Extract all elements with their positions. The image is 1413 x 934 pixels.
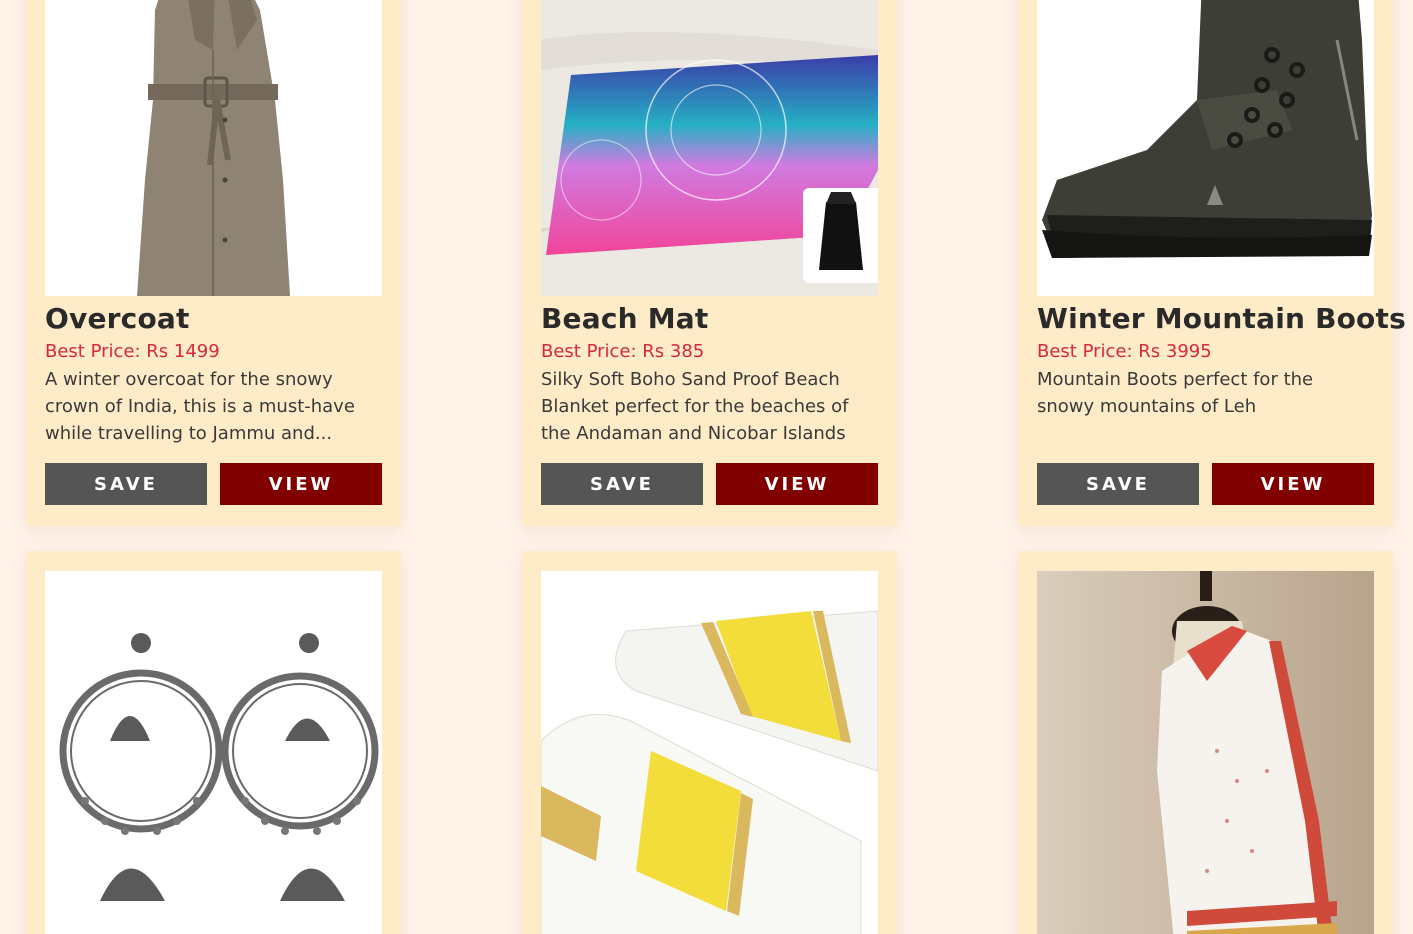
save-button[interactable]: SAVE — [1037, 463, 1199, 505]
earrings-image[interactable] — [45, 571, 382, 934]
product-card-overcoat: Overcoat Best Price: Rs 1499 A winter ov… — [26, 0, 401, 526]
product-description: Mountain Boots perfect for the snowy mou… — [1037, 369, 1314, 417]
product-title: Overcoat — [45, 302, 190, 335]
product-description: A winter overcoat for the snowy crown of… — [45, 369, 355, 444]
view-button[interactable]: VIEW — [1212, 463, 1374, 505]
product-price: Best Price: Rs 3995 — [1037, 341, 1212, 362]
product-grid: Overcoat Best Price: Rs 1499 A winter ov… — [0, 0, 1413, 934]
view-button[interactable]: VIEW — [716, 463, 878, 505]
view-button[interactable]: VIEW — [220, 463, 382, 505]
product-card-boots: Winter Mountain Boots Best Price: Rs 399… — [1018, 0, 1406, 526]
save-button[interactable]: SAVE — [541, 463, 703, 505]
product-card-earrings — [26, 551, 401, 934]
boots-image[interactable] — [1037, 0, 1374, 296]
product-title: Winter Mountain Boots — [1037, 302, 1406, 335]
save-button[interactable]: SAVE — [45, 463, 207, 505]
product-card-beach-mat: Beach Mat Best Price: Rs 385 Silky Soft … — [522, 0, 897, 526]
product-card-mundu — [522, 551, 897, 934]
product-card-saree — [1018, 551, 1393, 934]
product-price: Best Price: Rs 1499 — [45, 341, 220, 362]
overcoat-image[interactable] — [45, 0, 382, 296]
saree-image[interactable] — [1037, 571, 1374, 934]
product-price: Best Price: Rs 385 — [541, 341, 705, 362]
product-description: Silky Soft Boho Sand Proof Beach Blanket… — [541, 369, 849, 444]
mundu-image[interactable] — [541, 571, 878, 934]
product-title: Beach Mat — [541, 302, 709, 335]
beach-mat-image[interactable] — [541, 0, 878, 296]
